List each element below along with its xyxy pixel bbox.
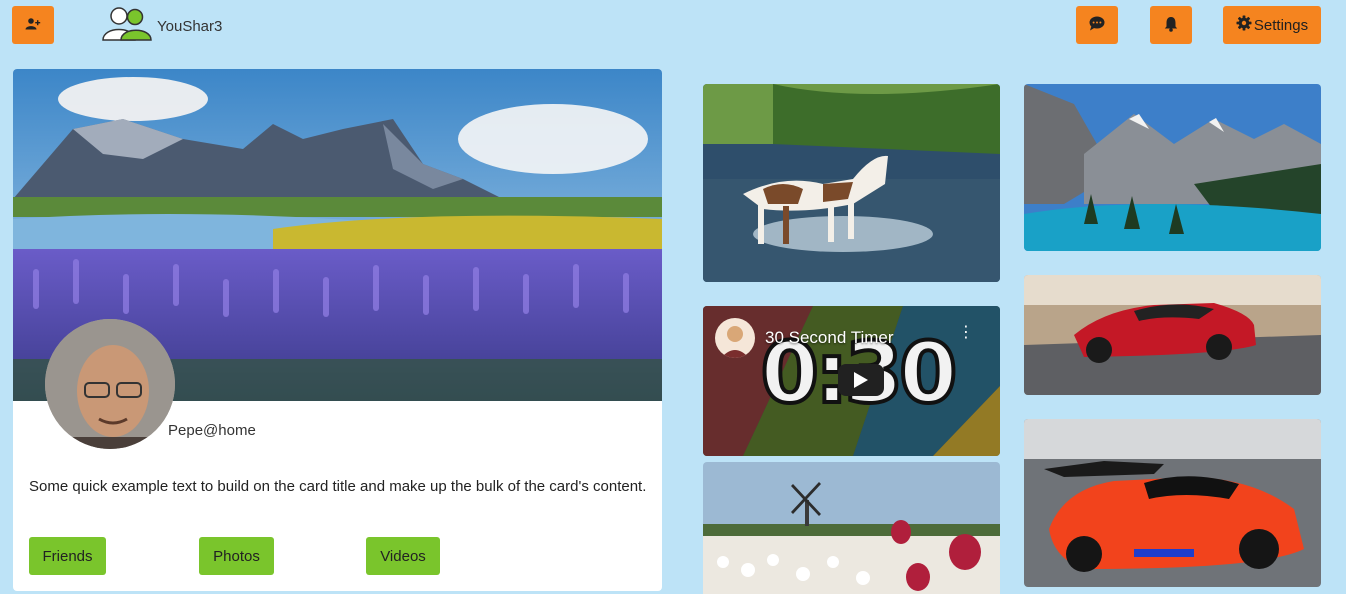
profile-description: Some quick example text to build on the …: [29, 478, 647, 495]
photo-horse[interactable]: [703, 84, 1000, 282]
profile-avatar[interactable]: [45, 319, 175, 449]
play-icon: [854, 372, 868, 388]
settings-button[interactable]: Settings: [1223, 6, 1321, 44]
bell-icon: [1164, 16, 1178, 35]
brand-name: YouShar3: [157, 18, 223, 35]
videos-button[interactable]: Videos: [366, 537, 440, 575]
settings-label: Settings: [1253, 16, 1309, 34]
top-navbar: YouShar3 Settings: [0, 0, 1346, 60]
add-user-button[interactable]: [12, 6, 54, 44]
photo-red-car[interactable]: [1024, 275, 1321, 395]
photos-button[interactable]: Photos: [199, 537, 274, 575]
more-options-icon[interactable]: ⋮: [958, 325, 974, 350]
video-player[interactable]: 0:30 30 Second Timer ⋮: [703, 306, 1000, 456]
chat-icon: [1089, 16, 1105, 34]
photo-orange-car[interactable]: [1024, 419, 1321, 587]
friends-button[interactable]: Friends: [29, 537, 106, 575]
brand[interactable]: YouShar3: [97, 6, 222, 47]
photo-mountain-lake[interactable]: [1024, 84, 1321, 251]
notifications-button[interactable]: [1150, 6, 1192, 44]
photo-tulips[interactable]: [703, 462, 1000, 594]
profile-card: Pepe@home Some quick example text to bui…: [13, 69, 662, 591]
channel-avatar[interactable]: [715, 318, 755, 358]
add-user-icon: [25, 17, 41, 33]
play-button[interactable]: [838, 364, 884, 396]
chat-button[interactable]: [1076, 6, 1118, 44]
gear-icon: [1236, 15, 1252, 35]
video-title[interactable]: 30 Second Timer: [765, 328, 894, 348]
logo-icon: [97, 6, 155, 47]
profile-username: Pepe@home: [168, 422, 256, 439]
